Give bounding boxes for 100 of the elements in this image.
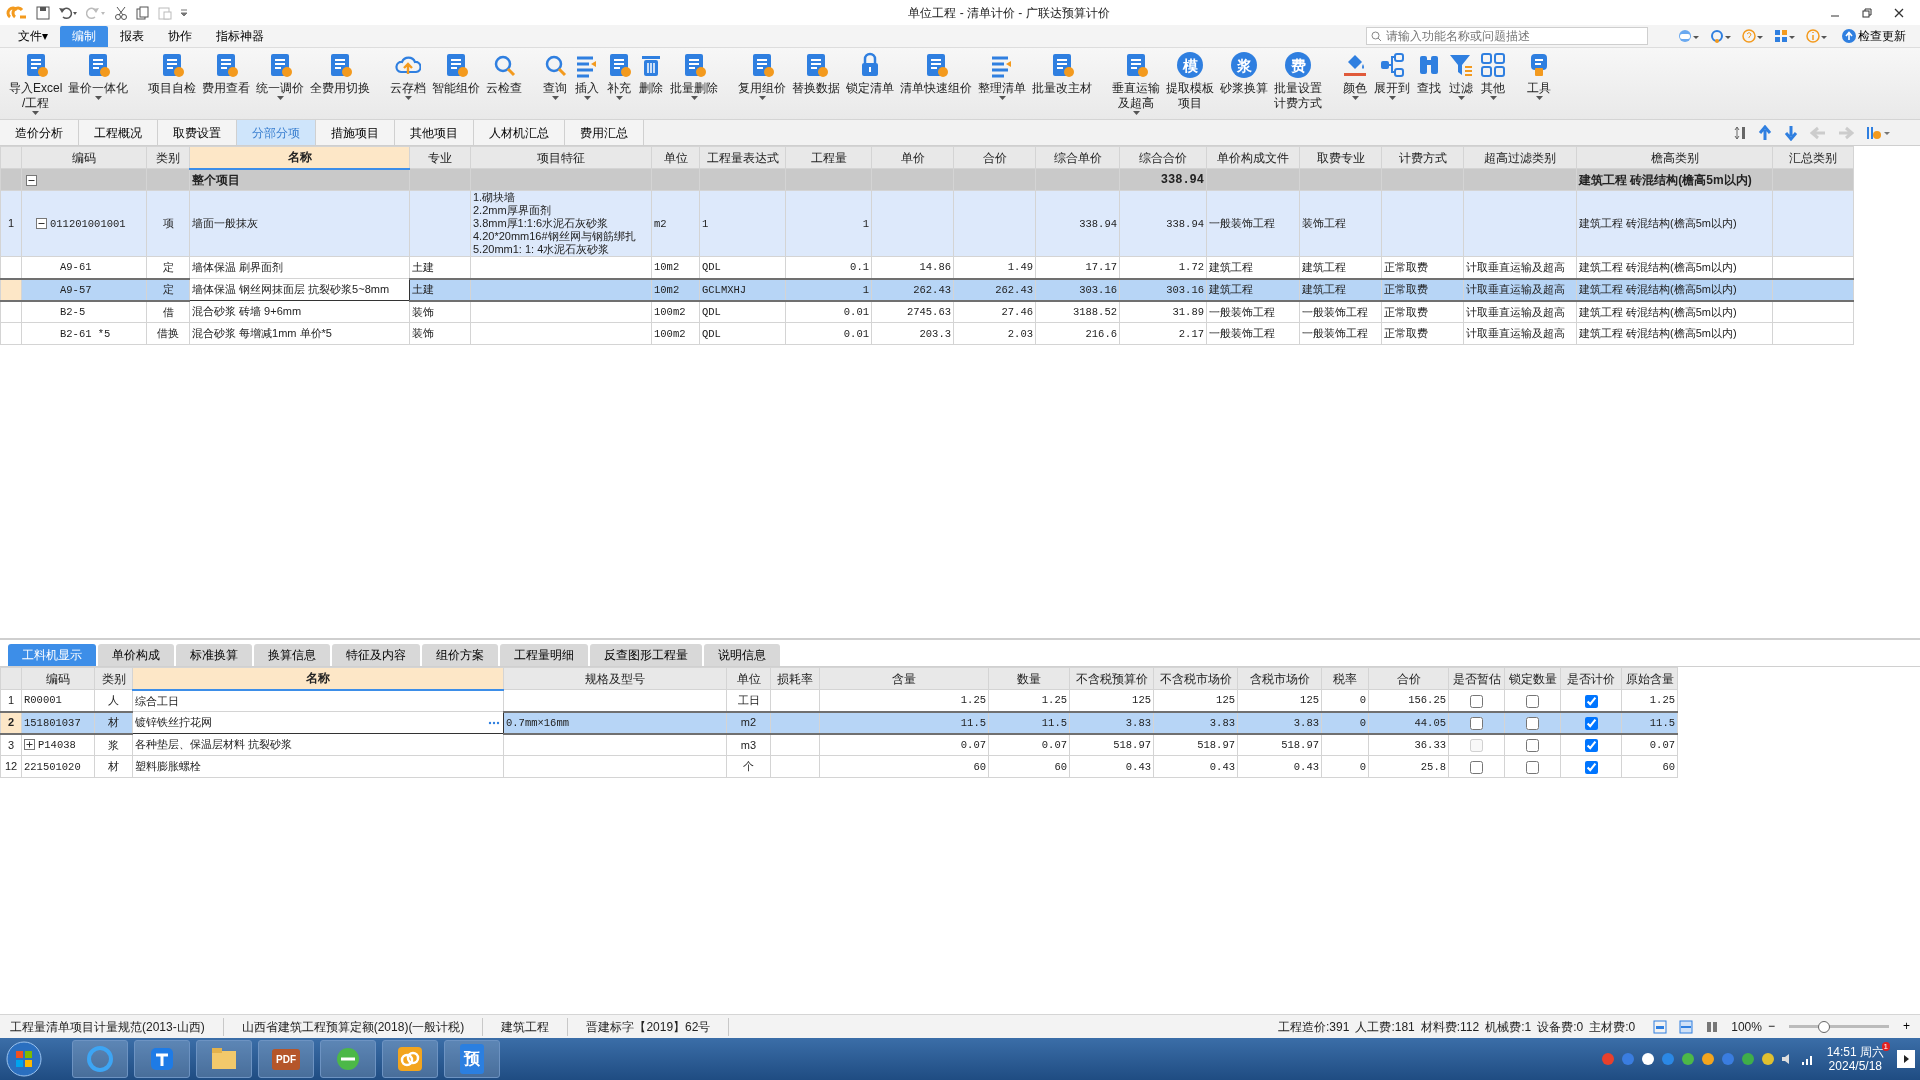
column-header[interactable]: 含税市场价 — [1237, 667, 1322, 690]
checkbox[interactable] — [1526, 760, 1539, 774]
row-header[interactable]: 3 — [0, 733, 22, 756]
slider-thumb[interactable] — [1818, 1020, 1830, 1033]
search-field[interactable]: 请输入功能名称或问题描述 — [1366, 27, 1648, 45]
taskbar-app[interactable] — [134, 1040, 190, 1078]
cut-icon[interactable] — [114, 5, 128, 20]
expand-toggle[interactable] — [36, 218, 47, 230]
ribbon-button[interactable]: 工具 — [1523, 52, 1556, 101]
checkbox[interactable] — [1584, 739, 1598, 753]
update-button[interactable]: 检查更新 — [1838, 27, 1910, 45]
taskbar-app[interactable] — [382, 1040, 438, 1078]
taskbar-app[interactable]: PDF — [258, 1040, 314, 1078]
menu-item[interactable]: 协作 — [156, 25, 204, 47]
column-header[interactable]: 单位 — [726, 667, 771, 690]
column-header[interactable]: 超高过滤类别 — [1463, 146, 1577, 169]
arrow-down-icon[interactable] — [1784, 124, 1798, 141]
support-icon[interactable] — [1710, 29, 1732, 43]
ribbon-button[interactable]: 费用查看 — [199, 52, 254, 96]
table-row[interactable]: B2-5 借 混合砂浆 砖墙 9+6mm 装饰 100m2 QDL 0.01 2745.63 27.46 3188.52 31.89 一般装饰工程 一般装饰工程 正常取费 计取垂直运输及超高 建筑工程 砖混结构(檐高5m以内) — [0, 300, 1854, 323]
column-header[interactable]: 锁定数量 — [1504, 667, 1561, 690]
tab[interactable]: 说明信息 — [704, 644, 780, 666]
zoom-in-button[interactable]: + — [1897, 1018, 1920, 1035]
column-header[interactable]: 单位 — [651, 146, 700, 169]
ribbon-button[interactable]: 查找 — [1413, 52, 1446, 96]
arrow-up-icon[interactable] — [1758, 124, 1772, 141]
sort-icon[interactable] — [1734, 124, 1746, 141]
tab[interactable]: 换算信息 — [254, 644, 330, 666]
column-header[interactable]: 原始含量 — [1621, 667, 1678, 690]
caret-icon[interactable] — [180, 8, 188, 17]
ribbon-button[interactable]: 展开到 — [1371, 52, 1414, 101]
clock-time[interactable]: 14:51 周六 — [1826, 1045, 1884, 1059]
column-header[interactable]: 类别 — [146, 146, 190, 169]
more-icon[interactable] — [488, 721, 500, 725]
ribbon-button[interactable]: 锁定清单 — [843, 52, 898, 96]
tab[interactable]: 单价构成 — [98, 644, 174, 666]
column-header[interactable]: 编码 — [21, 667, 95, 690]
column-header[interactable]: 工程量 — [785, 146, 872, 169]
ribbon-button[interactable]: 清单快速组价 — [897, 52, 976, 96]
row-header[interactable]: 12 — [0, 755, 22, 778]
column-header[interactable]: 合价 — [953, 146, 1036, 169]
ribbon-button[interactable]: 插入 — [571, 52, 604, 101]
apps-icon[interactable] — [1774, 29, 1796, 43]
menu-item[interactable]: 文件▾ — [6, 25, 60, 47]
column-header[interactable]: 取费专业 — [1299, 146, 1382, 169]
ribbon-button[interactable]: 智能组价 — [429, 52, 484, 96]
info-icon[interactable] — [1806, 29, 1828, 43]
column-header[interactable]: 类别 — [94, 667, 133, 690]
ribbon-button[interactable]: 统一调价 — [253, 52, 308, 101]
clock-date[interactable]: 2024/5/18 — [1826, 1059, 1884, 1073]
expand-toggle[interactable] — [24, 739, 35, 751]
ribbon-button[interactable]: 过滤 — [1445, 52, 1478, 101]
column-header[interactable]: 含量 — [819, 667, 989, 690]
ribbon-button[interactable]: 整理清单 — [975, 52, 1030, 101]
ribbon-button[interactable]: 垂直运输 及超高 — [1109, 52, 1164, 116]
column-header[interactable]: 税率 — [1321, 667, 1369, 690]
show-desktop-button[interactable] — [1896, 1049, 1916, 1069]
ribbon-button[interactable]: 批量删除 — [667, 52, 722, 101]
tab[interactable]: 特征及内容 — [332, 644, 420, 666]
close-icon[interactable] — [1894, 7, 1904, 18]
ribbon-button[interactable]: 全费用切换 — [307, 52, 374, 96]
column-header[interactable]: 单价构成文件 — [1206, 146, 1300, 169]
table-row[interactable]: 整个项目 338.94 建筑工程 砖混结构(檐高5m以内) — [0, 168, 1854, 191]
checkbox[interactable] — [1584, 694, 1598, 708]
restore-icon[interactable] — [1862, 7, 1872, 18]
layout-icon[interactable] — [1679, 1019, 1694, 1034]
menu-item[interactable]: 指标神器 — [204, 25, 276, 47]
checkbox[interactable] — [1470, 694, 1483, 708]
ribbon-button[interactable]: 批量改主材 — [1029, 52, 1096, 96]
ribbon-button[interactable]: 云检查 — [483, 52, 526, 96]
ribbon-button[interactable]: 费 批量设置 计费方式 — [1271, 52, 1326, 111]
row-header[interactable]: 2 — [0, 711, 22, 734]
column-header[interactable]: 专业 — [409, 146, 471, 169]
column-settings-icon[interactable] — [1866, 124, 1890, 141]
tray-icon[interactable] — [1640, 1052, 1655, 1066]
column-header[interactable]: 数量 — [988, 667, 1070, 690]
checkbox[interactable] — [1470, 760, 1483, 774]
checkbox[interactable] — [1584, 760, 1598, 774]
tab[interactable]: 反查图形工程量 — [590, 644, 702, 666]
menu-item[interactable]: 报表 — [108, 25, 156, 47]
column-header[interactable]: 汇总类别 — [1772, 146, 1854, 169]
column-header[interactable]: 综合单价 — [1035, 146, 1120, 169]
column-header[interactable]: 不含税预算价 — [1069, 667, 1154, 690]
ribbon-button[interactable]: 颜色 — [1339, 52, 1372, 101]
column-header[interactable]: 单价 — [871, 146, 954, 169]
undo-icon[interactable] — [58, 5, 78, 20]
tab[interactable]: 工程量明细 — [500, 644, 588, 666]
layout-icon[interactable] — [1653, 1019, 1668, 1034]
save-icon[interactable] — [36, 5, 50, 20]
taskbar-app[interactable]: 预 — [444, 1040, 500, 1078]
ribbon-button[interactable]: 其他 — [1477, 52, 1510, 101]
column-header[interactable]: 工程量表达式 — [699, 146, 786, 169]
taskbar-app[interactable] — [196, 1040, 252, 1078]
selected-row[interactable]: A9-57 定 墙体保温 钢丝网抹面层 抗裂砂浆5~8mm 土建 10m2 GCLMXHJ 1 262.43 262.43 303.16 303.16 建筑工程 建筑工程 正常取费 计取垂直运输及超高 建筑工程 砖混结构(檐高5m以内) — [0, 278, 1854, 301]
help-icon[interactable] — [1742, 29, 1764, 43]
checkbox[interactable] — [1526, 716, 1539, 730]
ribbon-button[interactable]: 查询 — [539, 52, 572, 101]
column-header[interactable]: 项目特征 — [470, 146, 652, 169]
columns-icon[interactable] — [1705, 1019, 1720, 1034]
table-row[interactable]: B2-61 *5 借换 混合砂浆 每增减1mm 单价*5 装饰 100m2 QDL 0.01 203.3 2.03 216.6 2.17 一般装饰工程 一般装饰工程 正常取费 计取垂直运输及超高 建筑工程 砖混结构(檐高5m以内) — [0, 322, 1854, 345]
